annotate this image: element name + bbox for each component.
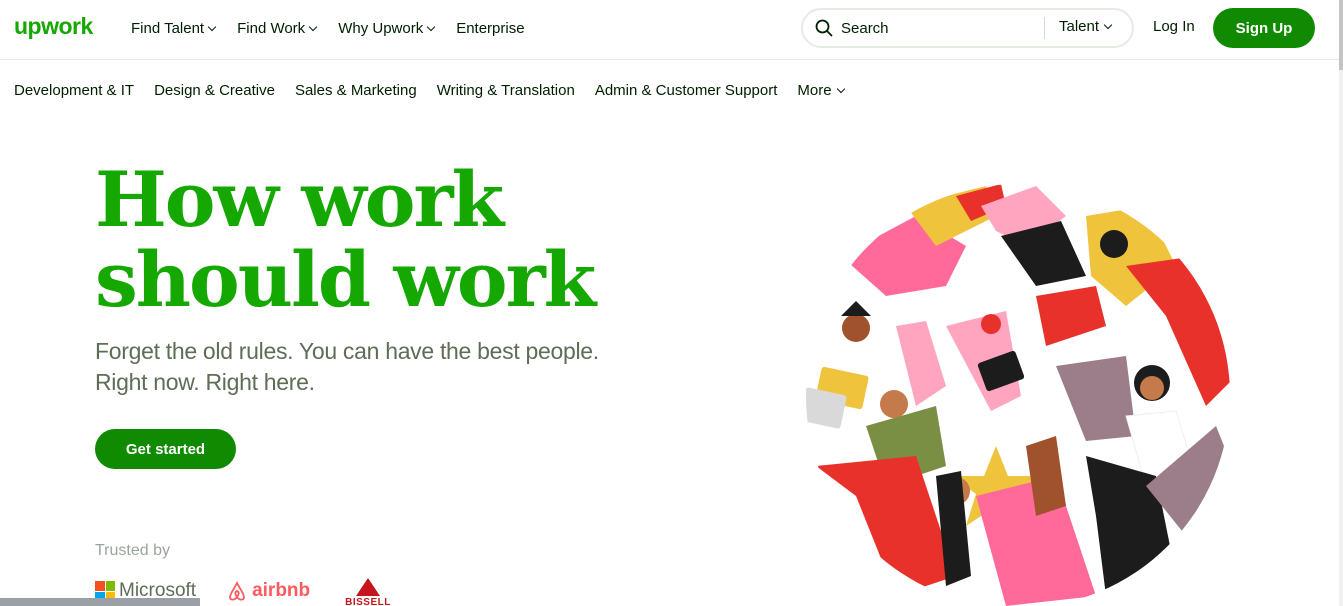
upwork-logo[interactable]: upwork xyxy=(14,13,93,40)
category-writing-translation[interactable]: Writing & Translation xyxy=(437,82,575,99)
illustration-shape xyxy=(816,456,956,596)
search-bar: Talent xyxy=(801,8,1134,48)
category-bar: Development & IT Design & Creative Sales… xyxy=(14,82,845,99)
illustration-shape xyxy=(1056,356,1136,441)
hero-illustration xyxy=(806,184,1230,606)
bissell-mark-icon: BISSELL xyxy=(340,578,397,606)
category-admin-support[interactable]: Admin & Customer Support xyxy=(595,82,778,99)
illustration-head xyxy=(842,314,870,342)
search-input[interactable] xyxy=(841,18,1031,38)
main-nav: Find Talent Find Work Why Upwork Enterpr… xyxy=(131,0,525,56)
chevron-down-icon xyxy=(207,22,217,31)
hero-title-line-1: How work xyxy=(95,155,504,244)
illustration-shape xyxy=(841,301,871,316)
airbnb-logo-text: airbnb xyxy=(252,580,311,601)
category-more[interactable]: More xyxy=(797,82,845,99)
hero-title: How work should work xyxy=(95,160,655,320)
chevron-down-icon xyxy=(1103,20,1113,30)
get-started-button[interactable]: Get started xyxy=(95,429,236,469)
search-icon[interactable] xyxy=(815,19,833,37)
hero-title-line-2: should work xyxy=(95,235,596,324)
airbnb-belo-icon xyxy=(229,580,245,601)
nav-why-upwork-label: Why Upwork xyxy=(338,19,424,37)
chevron-down-icon xyxy=(308,22,318,31)
category-design-creative[interactable]: Design & Creative xyxy=(154,82,275,99)
hero-subtitle-line-2: Right now. Right here. xyxy=(95,369,315,395)
page-scrollbar[interactable] xyxy=(1339,0,1343,606)
illustration-shape xyxy=(981,314,1001,334)
bissell-logo-text: BISSELL xyxy=(345,597,391,606)
nav-enterprise[interactable]: Enterprise xyxy=(456,20,524,37)
nav-find-talent[interactable]: Find Talent xyxy=(131,19,217,37)
chevron-down-icon xyxy=(836,84,845,94)
login-link[interactable]: Log In xyxy=(1153,18,1195,35)
scrollbar-thumb[interactable] xyxy=(1339,0,1343,70)
trusted-by-label: Trusted by xyxy=(95,542,170,559)
search-scope-dropdown[interactable]: Talent xyxy=(1059,18,1113,35)
bissell-logo: BISSELL xyxy=(340,576,397,606)
bottom-scroll-indicator xyxy=(0,598,200,606)
illustration-shape xyxy=(896,321,946,406)
signup-button[interactable]: Sign Up xyxy=(1213,8,1315,48)
search-scope-label: Talent xyxy=(1059,18,1100,35)
nav-why-upwork[interactable]: Why Upwork xyxy=(338,19,436,37)
category-more-label: More xyxy=(797,82,832,99)
nav-enterprise-label: Enterprise xyxy=(456,19,525,37)
illustration-head xyxy=(880,390,908,418)
category-sales-marketing[interactable]: Sales & Marketing xyxy=(295,82,417,99)
illustration-shape xyxy=(1036,286,1106,346)
nav-find-work-label: Find Work xyxy=(237,19,306,37)
top-navigation-bar: upwork Find Talent Find Work Why Upwork … xyxy=(0,0,1343,60)
illustration-face xyxy=(1140,376,1164,400)
hero-subtitle: Forget the old rules. You can have the b… xyxy=(95,336,655,398)
search-divider xyxy=(1044,17,1045,39)
category-development-it[interactable]: Development & IT xyxy=(14,82,134,99)
nav-find-talent-label: Find Talent xyxy=(131,19,205,37)
airbnb-logo: airbnb xyxy=(226,580,310,602)
hero-subtitle-line-1: Forget the old rules. You can have the b… xyxy=(95,338,599,364)
illustration-head xyxy=(1100,230,1128,258)
chevron-down-icon xyxy=(426,22,436,31)
nav-find-work[interactable]: Find Work xyxy=(237,19,318,37)
